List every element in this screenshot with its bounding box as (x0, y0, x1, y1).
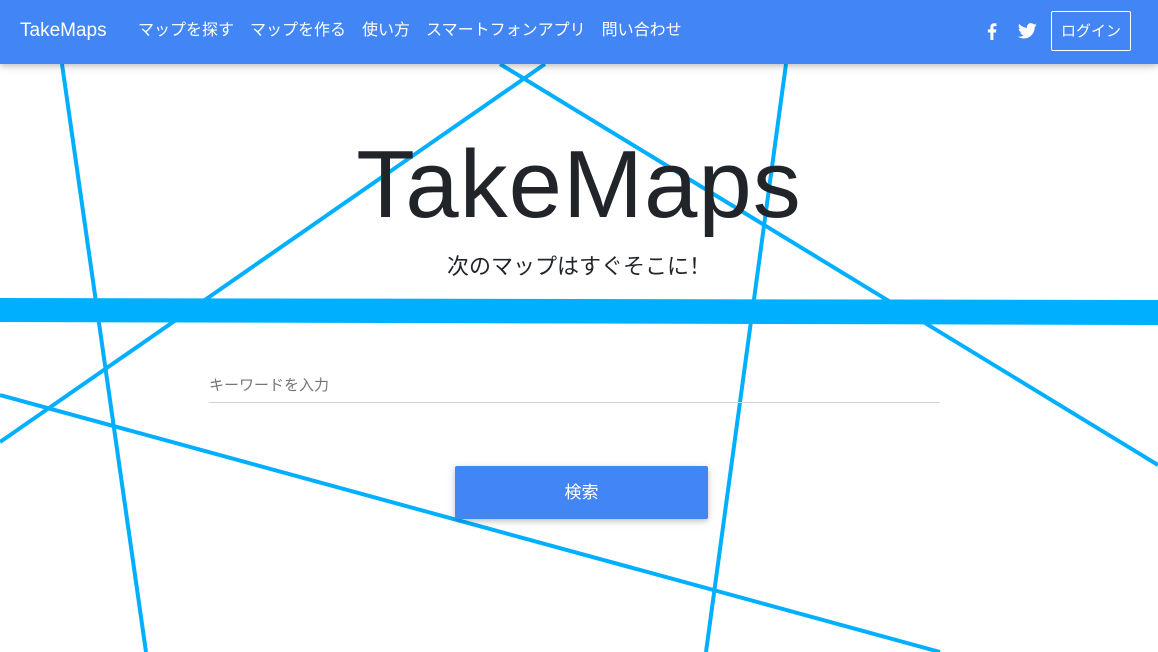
page-subtitle: 次のマップはすぐそこに！ (446, 255, 711, 280)
brand-logo-link[interactable]: TakeMaps (20, 19, 107, 43)
page: TakeMaps マップを探す マップを作る 使い方 スマートフォンアプリ 問い… (0, 0, 1158, 652)
login-button[interactable]: ログイン (1051, 11, 1131, 51)
nav-link-find-map[interactable]: マップを探す (130, 17, 242, 43)
facebook-icon[interactable] (979, 18, 1005, 44)
nav-link-create-map[interactable]: マップを作る (242, 17, 354, 43)
nav-right: ログイン (979, 10, 1131, 52)
search-input[interactable] (209, 368, 940, 403)
page-title: TakeMaps (356, 131, 802, 238)
search-field-wrapper (209, 368, 940, 404)
nav-link-smartphone-app[interactable]: スマートフォンアプリ (418, 17, 594, 43)
background-lines (0, 62, 1158, 652)
nav-link-how-to-use[interactable]: 使い方 (354, 17, 418, 43)
navbar: TakeMaps マップを探す マップを作る 使い方 スマートフォンアプリ 問い… (0, 0, 1158, 64)
nav-link-contact[interactable]: 問い合わせ (594, 17, 690, 43)
search-button[interactable]: 検索 (455, 466, 708, 519)
twitter-icon[interactable] (1014, 18, 1040, 44)
nav-links: マップを探す マップを作る 使い方 スマートフォンアプリ 問い合わせ (130, 17, 690, 43)
